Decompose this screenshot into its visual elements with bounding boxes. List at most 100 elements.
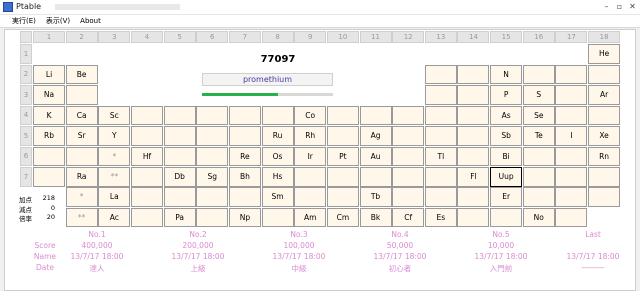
actinide-cell[interactable]: [457, 207, 490, 228]
lanthanide-cell[interactable]: Sm: [261, 187, 294, 207]
element-cell[interactable]: [359, 105, 392, 126]
menu-run[interactable]: 実行(E): [12, 15, 36, 27]
element-cell[interactable]: Se: [522, 105, 555, 126]
element-cell[interactable]: Pt: [326, 146, 359, 167]
element-cell[interactable]: Bi: [490, 146, 523, 167]
element-cell[interactable]: [163, 126, 196, 146]
element-cell[interactable]: [424, 64, 457, 85]
close-button[interactable]: ✕: [627, 2, 638, 12]
actinide-cell[interactable]: Ac: [98, 207, 131, 228]
lanthanide-cell[interactable]: [196, 187, 229, 207]
element-cell[interactable]: Co: [294, 105, 327, 126]
element-cell[interactable]: [196, 126, 229, 146]
element-cell[interactable]: Rn: [588, 146, 621, 167]
maximize-button[interactable]: ▫: [614, 2, 625, 12]
menu-about[interactable]: About: [80, 15, 101, 27]
element-cell[interactable]: [457, 105, 490, 126]
element-cell[interactable]: [326, 126, 359, 146]
element-cell[interactable]: Rh: [294, 126, 327, 146]
element-cell[interactable]: [294, 167, 327, 187]
element-cell[interactable]: He: [588, 44, 621, 64]
lanthanide-cell[interactable]: [522, 187, 555, 207]
actinide-cell[interactable]: Pa: [163, 207, 196, 228]
actinide-cell[interactable]: [130, 207, 163, 228]
element-cell[interactable]: [392, 105, 425, 126]
lanthanide-cell[interactable]: [424, 187, 457, 207]
lanthanide-cell[interactable]: [326, 187, 359, 207]
element-cell[interactable]: Ar: [588, 85, 621, 105]
element-cell[interactable]: [555, 85, 588, 105]
actinide-cell[interactable]: No: [522, 207, 555, 228]
element-cell[interactable]: [228, 126, 261, 146]
element-cell[interactable]: Au: [359, 146, 392, 167]
element-cell[interactable]: [555, 64, 588, 85]
actinide-cell[interactable]: **: [65, 207, 98, 228]
actinide-cell[interactable]: Es: [424, 207, 457, 228]
actinide-cell[interactable]: [490, 207, 523, 228]
element-cell[interactable]: Uup: [490, 167, 523, 187]
element-cell[interactable]: Ca: [65, 105, 98, 126]
element-cell[interactable]: Sb: [490, 126, 523, 146]
element-cell[interactable]: [33, 146, 66, 167]
lanthanide-cell[interactable]: *: [65, 187, 98, 207]
lanthanide-cell[interactable]: [163, 187, 196, 207]
element-cell[interactable]: Ag: [359, 126, 392, 146]
element-cell[interactable]: Rb: [33, 126, 66, 146]
element-cell[interactable]: [588, 105, 621, 126]
element-cell[interactable]: [196, 105, 229, 126]
lanthanide-cell[interactable]: [294, 187, 327, 207]
element-cell[interactable]: Tl: [424, 146, 457, 167]
lanthanide-cell[interactable]: [457, 187, 490, 207]
element-cell[interactable]: [326, 167, 359, 187]
actinide-cell[interactable]: [555, 207, 588, 228]
element-cell[interactable]: [588, 64, 621, 85]
lanthanide-cell[interactable]: Tb: [359, 187, 392, 207]
element-cell[interactable]: Sg: [196, 167, 229, 187]
element-cell[interactable]: I: [555, 126, 588, 146]
lanthanide-cell[interactable]: La: [98, 187, 131, 207]
element-cell[interactable]: [424, 126, 457, 146]
element-cell[interactable]: [457, 146, 490, 167]
element-cell[interactable]: Ra: [65, 167, 98, 187]
actinide-cell[interactable]: Bk: [359, 207, 392, 228]
element-cell[interactable]: Be: [65, 64, 98, 85]
element-cell[interactable]: Na: [33, 85, 66, 105]
lanthanide-cell[interactable]: Er: [490, 187, 523, 207]
element-cell[interactable]: [555, 167, 588, 187]
menu-view[interactable]: 表示(V): [46, 15, 70, 27]
element-cell[interactable]: [163, 105, 196, 126]
element-cell[interactable]: [424, 85, 457, 105]
minimize-button[interactable]: –: [601, 2, 612, 12]
element-cell[interactable]: [555, 105, 588, 126]
element-cell[interactable]: [130, 126, 163, 146]
element-cell[interactable]: [326, 105, 359, 126]
element-cell[interactable]: [359, 167, 392, 187]
element-cell[interactable]: Bh: [228, 167, 261, 187]
element-cell[interactable]: [261, 105, 294, 126]
element-cell[interactable]: [424, 167, 457, 187]
element-cell[interactable]: [522, 64, 555, 85]
element-cell[interactable]: [392, 167, 425, 187]
element-cell[interactable]: Te: [522, 126, 555, 146]
element-cell[interactable]: As: [490, 105, 523, 126]
actinide-cell[interactable]: Np: [228, 207, 261, 228]
lanthanide-cell[interactable]: [228, 187, 261, 207]
element-cell[interactable]: [457, 126, 490, 146]
element-cell[interactable]: [522, 167, 555, 187]
lanthanide-cell[interactable]: [555, 187, 588, 207]
element-cell[interactable]: Sc: [98, 105, 131, 126]
actinide-cell[interactable]: [196, 207, 229, 228]
actinide-cell[interactable]: [261, 207, 294, 228]
element-cell[interactable]: Hf: [130, 146, 163, 167]
element-cell[interactable]: Os: [261, 146, 294, 167]
element-cell[interactable]: [130, 105, 163, 126]
lanthanide-cell[interactable]: [130, 187, 163, 207]
element-cell[interactable]: [392, 146, 425, 167]
element-cell[interactable]: [457, 64, 490, 85]
element-cell[interactable]: **: [98, 167, 131, 187]
element-cell[interactable]: [424, 105, 457, 126]
element-cell[interactable]: S: [522, 85, 555, 105]
element-cell[interactable]: [65, 146, 98, 167]
element-cell[interactable]: Xe: [588, 126, 621, 146]
element-cell[interactable]: *: [98, 146, 131, 167]
